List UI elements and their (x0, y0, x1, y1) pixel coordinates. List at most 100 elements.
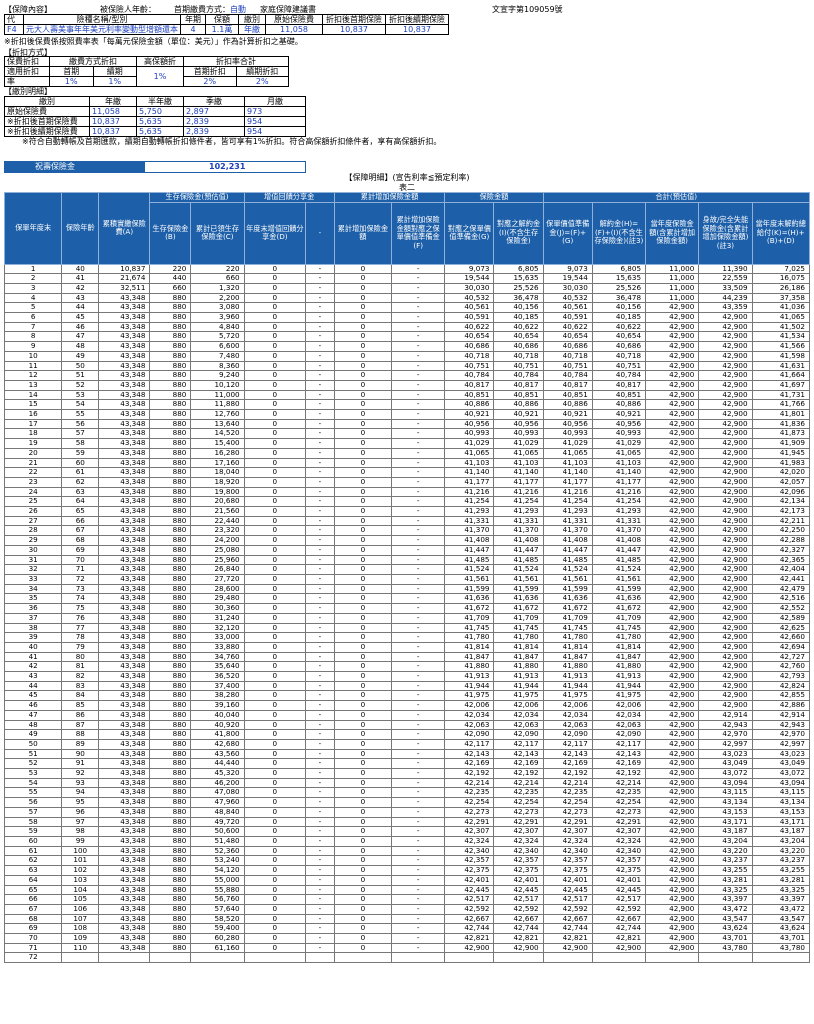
table-row: 43 82 43,348 880 36,520 0-0-41,913 41,913 41,91… (3, 671, 811, 682)
cell-cum-amount: 0 (333, 350, 393, 362)
cell-cum-survival: 60,280 (190, 933, 245, 944)
payment-cell: 10,837 (89, 116, 137, 127)
cell-cum-reserve: - (391, 806, 446, 818)
cell-total-reserve: 41,447 (542, 544, 593, 556)
cell-year: 36 (3, 603, 63, 614)
discount-h-premium: 保費折扣 (4, 56, 50, 67)
discount-total-renew-label: 續期折扣 (235, 66, 289, 77)
cell-survival: 880 (149, 806, 192, 818)
cell-death-benefit: 42,900 (698, 671, 753, 682)
cell-total-payout: 42,660 (751, 632, 811, 643)
cell-sum-assured: 42,900 (645, 700, 700, 711)
discount-first-label: 首期 (49, 66, 94, 77)
cell-increase: 0 (243, 341, 307, 352)
cell-total-payout: 41,909 (751, 438, 811, 449)
cell-sum-assured: 42,900 (645, 467, 700, 478)
cell-death-benefit: 43,472 (698, 903, 753, 915)
cell-cum-amount: 0 (333, 438, 393, 449)
product-mode: 年繳 (238, 24, 266, 35)
cell-age: 45 (61, 312, 100, 323)
cell-death-benefit: 42,900 (698, 603, 753, 614)
cell-year: 16 (3, 409, 63, 420)
cell-survival: 880 (149, 835, 192, 847)
cell-age: 52 (61, 379, 100, 391)
cell-total-surrender: 42,254 (591, 797, 647, 808)
cell-cum-reserve: - (391, 341, 446, 352)
cell-total-reserve: 40,591 (542, 312, 593, 323)
cell-year: 6 (3, 312, 63, 323)
cell-increase: 0 (243, 603, 307, 614)
cell-increase: 0 (243, 903, 307, 915)
cell-total-reserve: 40,817 (542, 379, 593, 391)
cell-cum-reserve: - (391, 370, 446, 381)
cell-total-payout (751, 952, 811, 964)
cell-cum-survival: 18,920 (190, 476, 245, 488)
cell-cum-premium: 21,674 (98, 273, 151, 284)
cell-age: 58 (61, 438, 100, 449)
cell-year: 29 (3, 535, 63, 546)
cell-year: 64 (3, 874, 63, 886)
cell-reserve: 41,408 (444, 535, 495, 546)
cell-total-reserve: 41,561 (542, 574, 593, 585)
cell-total-reserve: 41,709 (542, 612, 593, 624)
cell-cum-reserve: - (391, 632, 446, 643)
cell-death-benefit: 43,780 (698, 942, 753, 954)
cell-dash: - (305, 370, 335, 381)
cell-reserve: 42,592 (444, 903, 495, 915)
cell-cum-premium: 43,348 (98, 506, 151, 517)
cell-year: 67 (3, 903, 63, 915)
cell-cum-reserve: - (391, 894, 446, 905)
cell-cum-premium: 43,348 (98, 641, 151, 653)
cell-cum-premium: 43,348 (98, 341, 151, 352)
cell-cum-reserve: - (391, 282, 446, 294)
cell-cum-amount: 0 (333, 709, 393, 721)
cell-surrender: 41,447 (493, 544, 544, 556)
cell-increase: 0 (243, 544, 307, 556)
cell-total-payout: 42,997 (751, 738, 811, 750)
cell-sum-assured: 42,900 (645, 738, 700, 750)
cell-survival: 880 (149, 700, 192, 711)
product-col-amount: 保額 (205, 14, 239, 25)
benefit-table-body: 1 40 10,837 220 220 0-0-9,073 6,805 9,073 6,805 1… (3, 263, 811, 964)
cell-total-surrender: 42,517 (591, 894, 647, 905)
cell-reserve: 41,672 (444, 603, 495, 614)
cell-cum-amount: 0 (333, 835, 393, 847)
product-col-first: 折扣後首期保險 (322, 14, 386, 25)
cell-cum-amount: 0 (333, 942, 393, 954)
cell-survival (149, 952, 192, 964)
cell-dash: - (305, 903, 335, 915)
cell-dash: - (305, 835, 335, 847)
cell-year: 70 (3, 933, 63, 944)
cell-cum-survival: 56,760 (190, 894, 245, 905)
cell-surrender: 42,006 (493, 700, 544, 711)
cell-total-payout: 42,886 (751, 700, 811, 711)
cell-cum-reserve: - (391, 641, 446, 653)
cell-age: 68 (61, 535, 100, 546)
cell-year: 33 (3, 574, 63, 585)
cell-sum-assured: 42,900 (645, 379, 700, 391)
cell-reserve: 41,293 (444, 506, 495, 517)
cell-total-surrender: 40,686 (591, 341, 647, 352)
cell-sum-assured: 42,900 (645, 671, 700, 682)
payment-cell: 954 (244, 116, 306, 127)
cell-cum-reserve (391, 952, 446, 964)
cell-reserve: 42,034 (444, 709, 495, 721)
discount-r-applicable: 適用折扣 (4, 66, 50, 77)
discount-first-value: 1% (49, 76, 94, 87)
cell-sum-assured: 42,900 (645, 942, 700, 954)
cell-cum-amount: 0 (333, 874, 393, 886)
cell-total-surrender: 42,375 (591, 865, 647, 876)
cell-cum-premium: 43,348 (98, 806, 151, 818)
cell-age: 96 (61, 806, 100, 818)
cell-death-benefit: 42,900 (698, 447, 753, 459)
cell-age: 76 (61, 612, 100, 624)
cell-increase: 0 (243, 612, 307, 624)
cell-dash: - (305, 738, 335, 750)
cell-total-reserve: 41,065 (542, 447, 593, 459)
cell-year: 30 (3, 544, 63, 556)
cell-cum-reserve: - (391, 865, 446, 876)
cell-dash: - (305, 894, 335, 905)
cell-cum-premium: 43,348 (98, 903, 151, 915)
cell-cum-amount: 0 (333, 574, 393, 585)
cell-sum-assured: 42,900 (645, 341, 700, 352)
